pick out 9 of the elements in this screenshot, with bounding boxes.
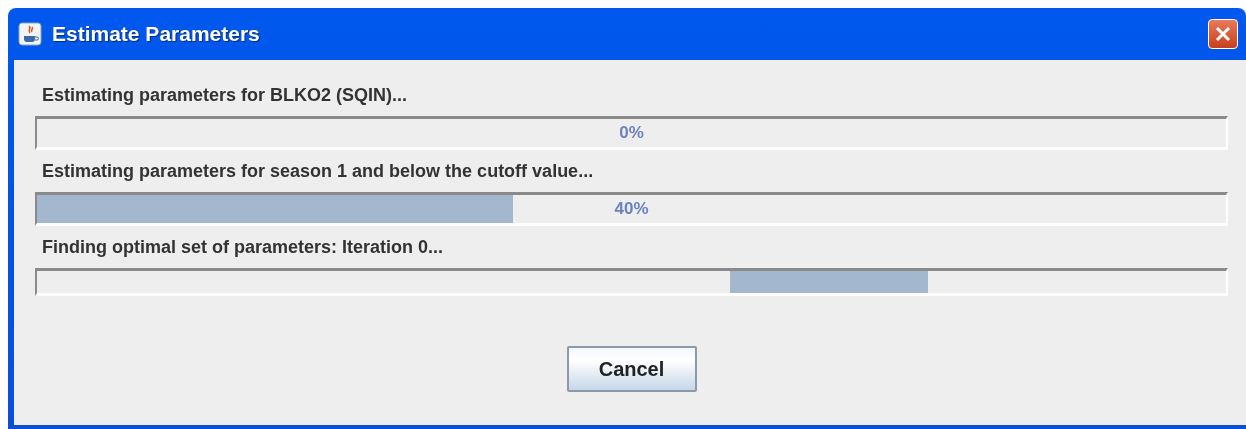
task-label: Estimating parameters for season 1 and below the cutoff value...	[42, 161, 595, 182]
close-icon	[1213, 24, 1233, 44]
task-label: Estimating parameters for BLKO2 (SQIN)...	[42, 85, 409, 106]
task-label: Finding optimal set of parameters: Iteration 0...	[42, 237, 445, 258]
window-title: Estimate Parameters	[52, 22, 260, 46]
progress-percent: 40%	[614, 199, 649, 219]
app-icon	[18, 22, 42, 46]
cancel-button[interactable]: Cancel	[566, 346, 697, 392]
close-button[interactable]	[1208, 19, 1238, 49]
